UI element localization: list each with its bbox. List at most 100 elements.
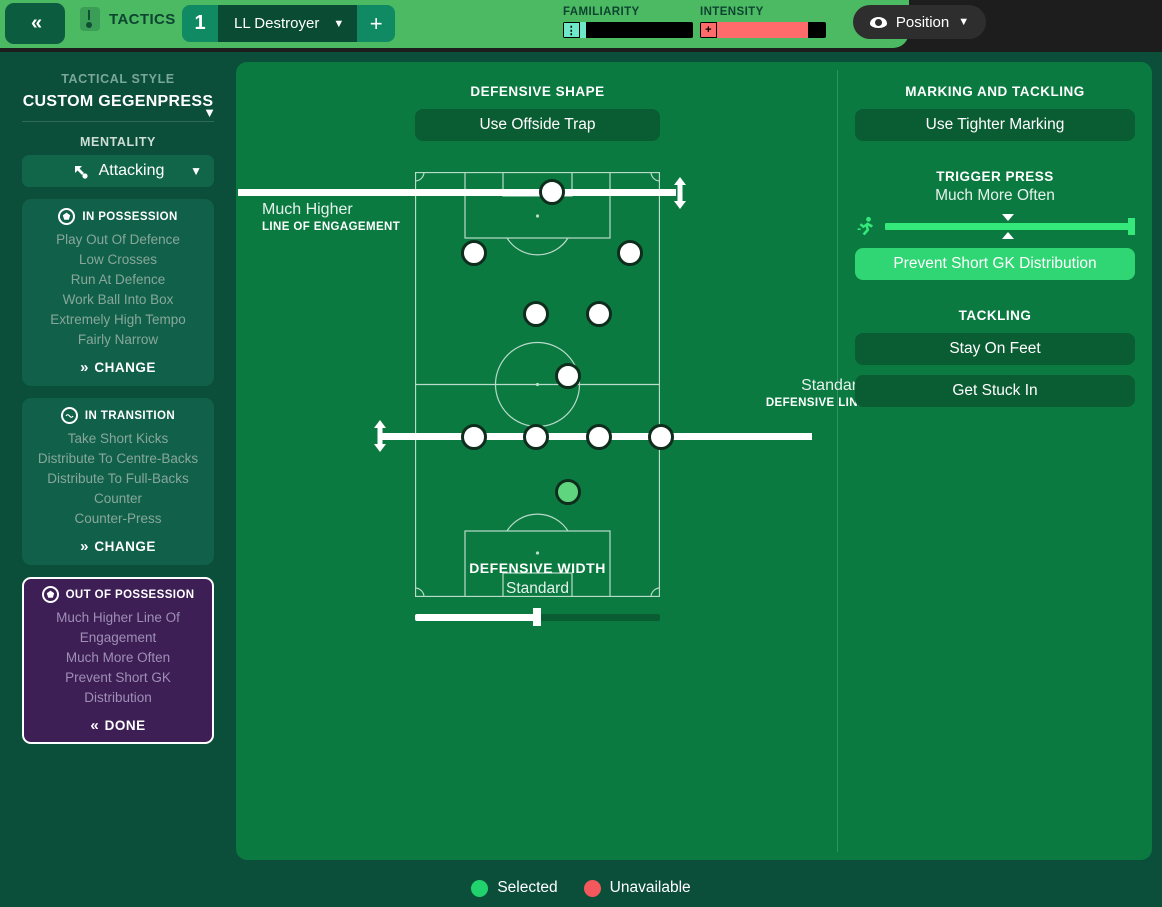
sidebar-divider [22, 121, 214, 122]
trigger-press-slider[interactable] [855, 214, 1135, 239]
stay-on-feet-button[interactable]: Stay On Feet [855, 333, 1135, 365]
running-man-icon [855, 216, 877, 238]
change-in-transition-button[interactable]: » CHANGE [30, 538, 206, 555]
football-icon [41, 586, 59, 603]
phase-header: IN POSSESSION [30, 208, 206, 225]
phase-card-out-of-possession[interactable]: OUT OF POSSESSION Much Higher Line Of En… [22, 577, 214, 744]
defensive-width-value: Standard [506, 580, 569, 597]
defensive-line-value: Standard [801, 377, 866, 394]
pitch-legend: Selected Unavailable [0, 879, 1162, 897]
tactics-label: TACTICS [109, 10, 176, 28]
trigger-press-title: TRIGGER PRESS [936, 169, 1054, 184]
defensive-line-name: DEFENSIVE LINE [765, 397, 866, 409]
tactic-number: 1 [182, 5, 218, 42]
trigger-press-value: Much More Often [935, 187, 1055, 204]
tactics-icon [80, 7, 100, 31]
tactical-style-selector[interactable]: CUSTOM GEGENPRESS ▼ [22, 91, 216, 120]
collapse-sidebar-button[interactable]: « [5, 3, 65, 44]
line-of-engagement-label: Much Higher LINE OF ENGAGEMENT [262, 200, 412, 233]
unavailable-dot-icon [583, 879, 601, 897]
defensive-width-title: DEFENSIVE WIDTH [469, 560, 606, 576]
marking-tackling-section: MARKING AND TACKLING Use Tighter Marking… [855, 84, 1135, 407]
defensive-shape-title: DEFENSIVE SHAPE [470, 84, 605, 99]
defensive-width-section: DEFENSIVE WIDTH Standard [415, 560, 660, 626]
prevent-short-gk-distribution-button[interactable]: Prevent Short GK Distribution [855, 248, 1135, 280]
line-of-engagement-value: Much Higher [262, 201, 353, 218]
add-tactic-button[interactable]: + [357, 5, 396, 42]
double-chevron-left-icon: « [30, 12, 42, 34]
double-chevron-right-icon: » [80, 359, 88, 376]
tactical-style-value: CUSTOM GEGENPRESS [22, 93, 214, 110]
change-label: CHANGE [94, 360, 156, 375]
phase-item: Distribute To Full-Backs [47, 471, 189, 486]
familiarity-fill [580, 22, 586, 38]
phase-item: Play Out Of Defence [56, 232, 180, 247]
phase-item: Extremely High Tempo [50, 312, 186, 327]
chevron-down-icon: ▼ [190, 164, 202, 178]
phase-item: Counter [93, 491, 143, 506]
slider-track [885, 223, 1131, 230]
option-label: Use Tighter Marking [925, 116, 1065, 133]
defensive-line-label: Standard DEFENSIVE LINE [716, 376, 866, 409]
intensity-bar: + [700, 22, 826, 38]
chevron-down-icon: ▼ [958, 16, 970, 28]
tactic-name-dropdown[interactable]: LL Destroyer ▼ [218, 5, 358, 42]
tactics-main-panel: DEFENSIVE SHAPE Use Offside Trap Much Hi… [236, 62, 1152, 860]
mentality-label: MENTALITY [80, 135, 156, 149]
tactic-selector[interactable]: 1 LL Destroyer ▼ + [182, 5, 396, 42]
phase-header: OUT OF POSSESSION [30, 586, 206, 603]
phase-item: Prevent Short GK Distribution [65, 670, 171, 705]
tactics-sidebar: TACTICAL STYLE CUSTOM GEGENPRESS ▼ MENTA… [0, 52, 236, 907]
double-chevron-left-icon: « [90, 717, 98, 734]
slider-marker-top[interactable] [1002, 214, 1014, 221]
get-stuck-in-button[interactable]: Get Stuck In [855, 375, 1135, 407]
intensity-label: INTENSITY [700, 6, 764, 18]
phase-card-in-transition[interactable]: IN TRANSITION Take Short Kicks Distribut… [22, 398, 214, 565]
done-label: DONE [104, 718, 146, 733]
slider-fill [415, 614, 538, 621]
slider-handle[interactable] [533, 608, 542, 626]
position-dropdown-button[interactable]: Position ▼ [853, 5, 986, 39]
familiarity-label: FAMILIARITY [563, 6, 640, 18]
change-label: CHANGE [94, 539, 156, 554]
phase-title: OUT OF POSSESSION [65, 588, 195, 601]
use-tighter-marking-button[interactable]: Use Tighter Marking [855, 109, 1135, 141]
attacking-arrow-icon [72, 163, 89, 180]
phase-title: IN TRANSITION [84, 409, 176, 422]
panel-divider [837, 70, 838, 852]
phase-title: IN POSSESSION [82, 210, 178, 223]
selected-dot-icon [471, 879, 489, 897]
phase-card-in-possession[interactable]: IN POSSESSION Play Out Of Defence Low Cr… [22, 199, 214, 386]
top-header-bar: « TACTICS 1 LL Destroyer ▼ + FAMILIARITY… [0, 0, 1162, 52]
legend-label: Selected [497, 879, 558, 896]
phase-item: Low Crosses [78, 252, 158, 267]
intensity-meter: INTENSITY + [700, 6, 826, 38]
tactics-screen: « TACTICS 1 LL Destroyer ▼ + FAMILIARITY… [0, 0, 1162, 907]
tactic-name-label: LL Destroyer [234, 15, 320, 32]
position-label: Position [895, 13, 950, 31]
done-out-of-possession-button[interactable]: « DONE [30, 717, 206, 734]
option-label: Get Stuck In [952, 382, 1038, 399]
football-icon [58, 208, 76, 225]
phase-item: Run At Defence [70, 272, 166, 287]
tactics-title-group: TACTICS [80, 7, 176, 31]
phase-item: Much More Often [65, 650, 171, 665]
slider-marker-bottom[interactable] [1002, 232, 1014, 239]
familiarity-meter: FAMILIARITY ⋮ [563, 6, 693, 38]
phase-item: Fairly Narrow [77, 332, 159, 347]
mentality-value: Attacking [98, 162, 165, 179]
legend-item-unavailable: Unavailable [583, 879, 691, 897]
mentality-dropdown[interactable]: Attacking ▼ [22, 155, 214, 187]
phase-item: Distribute To Centre-Backs [37, 451, 199, 466]
plus-icon: + [369, 10, 383, 36]
pitch-diagram[interactable] [238, 172, 812, 597]
chevron-down-icon: ▼ [203, 105, 216, 120]
option-label: Prevent Short GK Distribution [893, 255, 1097, 272]
intensity-icon: + [700, 22, 717, 38]
phase-item: Take Short Kicks [67, 431, 169, 446]
eye-icon [869, 16, 887, 28]
change-in-possession-button[interactable]: » CHANGE [30, 359, 206, 376]
defensive-width-slider[interactable] [415, 608, 660, 626]
